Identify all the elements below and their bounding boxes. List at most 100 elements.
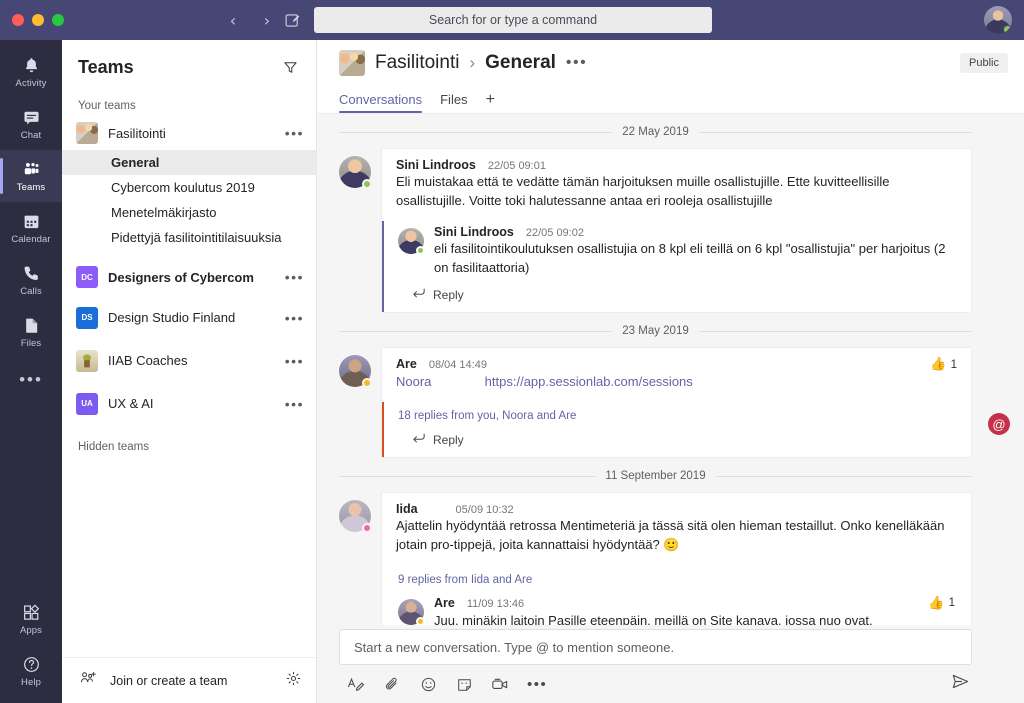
message-author[interactable]: Are (434, 596, 455, 610)
composer-more-options-icon[interactable]: ••• (527, 676, 547, 693)
close-window-button[interactable] (12, 14, 24, 26)
presence-indicator (1003, 25, 1012, 34)
forward-icon[interactable]: › (256, 9, 278, 31)
channel-row-general[interactable]: General (62, 150, 316, 175)
date-divider: 23 May 2019 (317, 313, 1024, 347)
message-text: eli fasilitointikoulutuksen osallistujia… (434, 240, 946, 275)
left-rail: Activity Chat Teams Calendar Calls Files… (0, 40, 62, 703)
team-row[interactable]: Fasilitointi ••• (62, 116, 316, 150)
sidebar-item-files[interactable]: Files (0, 306, 62, 358)
message-author[interactable]: Iida (396, 502, 418, 516)
avatar[interactable] (339, 500, 372, 534)
sidebar-item-calendar[interactable]: Calendar (0, 202, 62, 254)
reaction-count: 1 (950, 358, 957, 371)
message-text: Eli muistakaa että te vedätte tämän harj… (396, 174, 890, 208)
new-chat-icon[interactable] (280, 8, 304, 32)
reply-arrow-icon (412, 432, 426, 447)
sidebar-item-calls[interactable]: Calls (0, 254, 62, 306)
team-more-options-icon[interactable]: ••• (285, 125, 304, 141)
team-more-options-icon[interactable]: ••• (285, 310, 304, 326)
back-icon[interactable]: ‹ (222, 9, 244, 31)
attach-icon[interactable] (383, 675, 401, 693)
minimize-window-button[interactable] (32, 14, 44, 26)
team-more-options-icon[interactable]: ••• (285, 269, 304, 285)
gear-icon[interactable] (285, 670, 302, 692)
avatar[interactable] (398, 227, 425, 255)
add-tab-icon[interactable]: + (486, 91, 495, 113)
avatar[interactable] (339, 156, 372, 189)
send-icon[interactable] (951, 673, 970, 695)
navigation-arrows: ‹ › (222, 9, 278, 31)
your-teams-label: Your teams (78, 100, 136, 112)
tab-label: Conversations (339, 92, 423, 107)
team-row[interactable]: DS Design Studio Finland ••• (62, 296, 316, 339)
hidden-teams-label[interactable]: Hidden teams (62, 425, 316, 453)
avatar[interactable] (984, 6, 1012, 34)
team-row[interactable]: IIAB Coaches ••• (62, 339, 316, 382)
maximize-window-button[interactable] (52, 14, 64, 26)
replies-summary-link[interactable]: 18 replies from you, Noora and Are (384, 402, 971, 424)
avatar[interactable] (398, 598, 425, 625)
replies-summary-link[interactable]: 9 replies from Iida and Are (384, 566, 971, 588)
reply-label: Reply (433, 287, 464, 302)
message-author[interactable]: Sini Lindroos (434, 225, 514, 239)
search-input[interactable]: Search for or type a command (314, 7, 712, 33)
post-body: Sini Lindroos 22/05 09:01 Eli muistakaa … (381, 148, 972, 314)
team-photo-avatar (339, 50, 365, 76)
breadcrumb-team[interactable]: Fasilitointi (375, 52, 459, 74)
sidebar-item-apps[interactable]: Apps (0, 593, 62, 645)
message-root: Iida 05/09 10:32 Ajattelin hyödyntää ret… (382, 493, 971, 566)
help-icon (21, 655, 41, 675)
reply-button[interactable]: Reply (384, 279, 971, 312)
channel-row-menetelmakirjasto[interactable]: Menetelmäkirjasto (62, 200, 316, 225)
sidebar-item-label: Activity (15, 77, 47, 89)
reaction-thumbs-up[interactable]: 👍 1 (930, 357, 957, 372)
add-team-icon[interactable] (80, 670, 98, 691)
team-row[interactable]: UA UX & AI ••• (62, 382, 316, 425)
format-icon[interactable] (347, 675, 365, 693)
emoji-icon[interactable] (419, 675, 437, 693)
message-input[interactable]: Start a new conversation. Type @ to ment… (339, 629, 972, 665)
sidebar-item-teams[interactable]: Teams (0, 150, 62, 202)
composer-toolbar: ••• (339, 665, 972, 695)
team-row[interactable]: DC Designers of Cybercom ••• (62, 258, 316, 296)
sticker-icon[interactable] (455, 675, 473, 693)
meet-now-icon[interactable] (491, 675, 509, 693)
sidebar-item-label: Calls (20, 285, 42, 297)
channel-row-pidettyja[interactable]: Pidettyjä fasilitointitilaisuuksia (62, 225, 316, 250)
team-avatar (76, 349, 98, 372)
sidebar-item-chat[interactable]: Chat (0, 98, 62, 150)
window-traffic-lights (0, 14, 64, 26)
avatar[interactable] (339, 355, 372, 389)
tab-files[interactable]: Files (440, 92, 467, 113)
teams-panel-header: Teams (62, 40, 316, 94)
reaction-thumbs-up[interactable]: 👍 1 (928, 596, 957, 611)
message-author[interactable]: Sini Lindroos (396, 158, 476, 172)
calendar-icon (21, 212, 41, 232)
reply-button[interactable]: Reply (384, 424, 971, 457)
date-label: 23 May 2019 (622, 325, 689, 338)
channel-more-options-icon[interactable]: ••• (566, 54, 587, 72)
message-author[interactable]: Are (396, 357, 417, 371)
sidebar-item-help[interactable]: Help (0, 645, 62, 697)
presence-indicator (416, 616, 425, 625)
conversation-post: Sini Lindroos 22/05 09:01 Eli muistakaa … (317, 148, 1024, 314)
status-badge: Public (960, 53, 1008, 73)
conversation-stream[interactable]: 22 May 2019 Sini Lindroos 22/05 09:01 El… (317, 114, 1024, 625)
message-link[interactable]: https://app.sessionlab.com/sessions (485, 374, 693, 389)
join-or-create-team-button[interactable]: Join or create a team (110, 674, 273, 688)
message-text: Juu, minäkin laitoin Pasille eteenpäin, … (434, 612, 873, 625)
tab-conversations[interactable]: Conversations (339, 92, 423, 113)
mention-badge[interactable]: @ (988, 413, 1010, 436)
presence-indicator (416, 245, 425, 255)
team-more-options-icon[interactable]: ••• (285, 396, 304, 412)
rail-more-apps-icon[interactable]: ••• (19, 358, 43, 402)
composer-placeholder: Start a new conversation. Type @ to ment… (354, 639, 675, 655)
date-divider: 22 May 2019 (317, 114, 1024, 148)
channel-row-cybercom[interactable]: Cybercom koulutus 2019 (62, 175, 316, 200)
message-timestamp: 08/04 14:49 (428, 359, 487, 372)
team-more-options-icon[interactable]: ••• (285, 353, 304, 369)
sidebar-item-activity[interactable]: Activity (0, 46, 62, 98)
teams-app-window: ‹ › Search for or type a command Activit… (0, 0, 1024, 703)
filter-icon[interactable] (280, 57, 300, 77)
